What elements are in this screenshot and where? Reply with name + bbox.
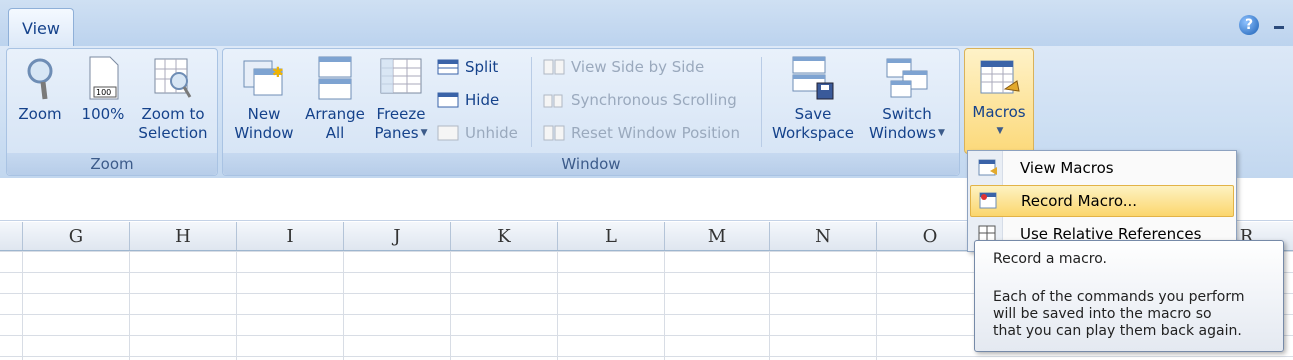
gridline — [876, 251, 877, 360]
arrange-all-icon — [318, 56, 352, 100]
hide-label: Hide — [465, 91, 500, 109]
column-header-i[interactable]: I — [237, 222, 344, 250]
column-header-h[interactable]: H — [130, 222, 237, 250]
macros-button[interactable]: Macros ▼ — [967, 59, 1031, 141]
help-icon[interactable]: ? — [1239, 15, 1259, 35]
zoom-button[interactable]: Zoom — [13, 55, 67, 124]
macros-icon — [980, 60, 1020, 94]
record-macro-icon — [979, 192, 997, 209]
reset-window-position-button[interactable]: Reset Window Position — [543, 121, 740, 145]
gridline — [129, 251, 130, 360]
gridline — [557, 251, 558, 360]
gridline — [343, 251, 344, 360]
column-header-m[interactable]: M — [665, 222, 770, 250]
column-header-l[interactable]: L — [558, 222, 665, 250]
tooltip-body: Each of the commands you perform will be… — [993, 289, 1245, 339]
new-window-button[interactable]: ✱ New Window — [227, 55, 301, 143]
gridline — [769, 251, 770, 360]
zoom-selection-icon — [154, 58, 192, 98]
window-group-label: Window — [223, 153, 959, 175]
column-header-k[interactable]: K — [451, 222, 558, 250]
select-all-corner[interactable] — [0, 222, 23, 250]
record-macro-tooltip: Record a macro. Each of the commands you… — [974, 240, 1284, 352]
view-side-label: View Side by Side — [571, 58, 705, 76]
hide-icon — [437, 92, 459, 108]
reset-position-icon — [543, 125, 565, 141]
split-button[interactable]: Split — [437, 55, 498, 79]
zoom-group-label: Zoom — [7, 153, 217, 175]
gridline — [22, 251, 23, 360]
magnifier-icon — [27, 58, 53, 100]
unhide-icon — [437, 125, 459, 141]
chevron-down-icon: ▼ — [420, 128, 428, 138]
macros-dropdown-menu: View Macros Record Macro... Use Relative… — [967, 150, 1237, 252]
freeze-label-1: Freeze — [376, 105, 426, 123]
macros-label: Macros — [972, 103, 1026, 121]
save-workspace-button[interactable]: Save Workspace — [767, 55, 859, 143]
column-header-j[interactable]: J — [344, 222, 451, 250]
menu-item-view-macros[interactable]: View Macros — [970, 153, 1232, 183]
unhide-label: Unhide — [465, 124, 518, 142]
sync-scroll-label: Synchronous Scrolling — [571, 91, 737, 109]
gridline — [236, 251, 237, 360]
divider — [761, 57, 762, 147]
zoom-label: Zoom — [18, 105, 62, 123]
unhide-button[interactable]: Unhide — [437, 121, 518, 145]
view-macros-icon — [978, 159, 997, 176]
column-header-g[interactable]: G — [23, 222, 130, 250]
column-header-n[interactable]: N — [770, 222, 877, 250]
window-group: ✱ New Window Arrange All Freeze Panes ▼ … — [222, 48, 960, 176]
zoom-100-button[interactable]: 100 100% — [77, 55, 129, 124]
new-window-icon: ✱ — [243, 60, 284, 96]
ribbon-tab-strip: View ? — [0, 0, 1293, 47]
tooltip-title: Record a macro. — [993, 251, 1107, 267]
gridline — [664, 251, 665, 360]
freeze-label-2: Panes — [374, 124, 419, 142]
side-by-side-icon — [543, 59, 565, 75]
menu-item-label: Record Macro... — [1021, 192, 1138, 210]
switch-label-1: Switch — [882, 105, 932, 123]
switch-windows-icon — [886, 58, 928, 98]
freeze-panes-button[interactable]: Freeze Panes ▼ — [369, 55, 433, 143]
new-window-label-2: Window — [234, 124, 294, 142]
zoom-to-label-2: Selection — [138, 124, 208, 142]
reset-position-label: Reset Window Position — [571, 124, 740, 142]
switch-label-2: Windows — [869, 124, 937, 142]
new-window-label-1: New — [247, 105, 281, 123]
sync-scroll-icon — [543, 94, 563, 108]
gridline — [450, 251, 451, 360]
tab-view[interactable]: View — [8, 8, 74, 47]
svg-text:✱: ✱ — [272, 65, 284, 81]
macros-group: Macros ▼ — [964, 48, 1034, 154]
hide-button[interactable]: Hide — [437, 88, 499, 112]
zoom-to-selection-button[interactable]: Zoom to Selection — [133, 55, 213, 143]
arrange-label-1: Arrange — [305, 105, 365, 123]
split-icon — [437, 59, 459, 75]
save-ws-label-1: Save — [794, 105, 832, 123]
chevron-down-icon: ▼ — [938, 128, 945, 138]
arrange-all-button[interactable]: Arrange All — [301, 55, 369, 143]
zoom-to-label-1: Zoom to — [141, 105, 205, 123]
page-100-icon: 100 — [89, 56, 119, 100]
save-workspace-icon — [792, 56, 834, 100]
arrange-label-2: All — [325, 124, 345, 142]
menu-item-record-macro[interactable]: Record Macro... — [970, 185, 1234, 217]
save-ws-label-2: Workspace — [772, 124, 854, 142]
zoom-group: Zoom 100 100% Zoom to Selection Zoom — [6, 48, 218, 176]
view-side-by-side-button[interactable]: View Side by Side — [543, 55, 704, 79]
divider — [531, 57, 532, 147]
synchronous-scrolling-button[interactable]: Synchronous Scrolling — [543, 88, 737, 112]
minimize-ribbon-icon[interactable] — [1274, 26, 1284, 29]
svg-text:100: 100 — [96, 88, 111, 97]
split-label: Split — [465, 58, 499, 76]
chevron-down-icon: ▼ — [996, 126, 1004, 136]
switch-windows-button[interactable]: Switch Windows ▼ — [861, 55, 953, 143]
freeze-panes-icon — [380, 58, 422, 94]
menu-item-label: View Macros — [1020, 159, 1114, 177]
zoom-100-label: 100% — [81, 105, 125, 123]
